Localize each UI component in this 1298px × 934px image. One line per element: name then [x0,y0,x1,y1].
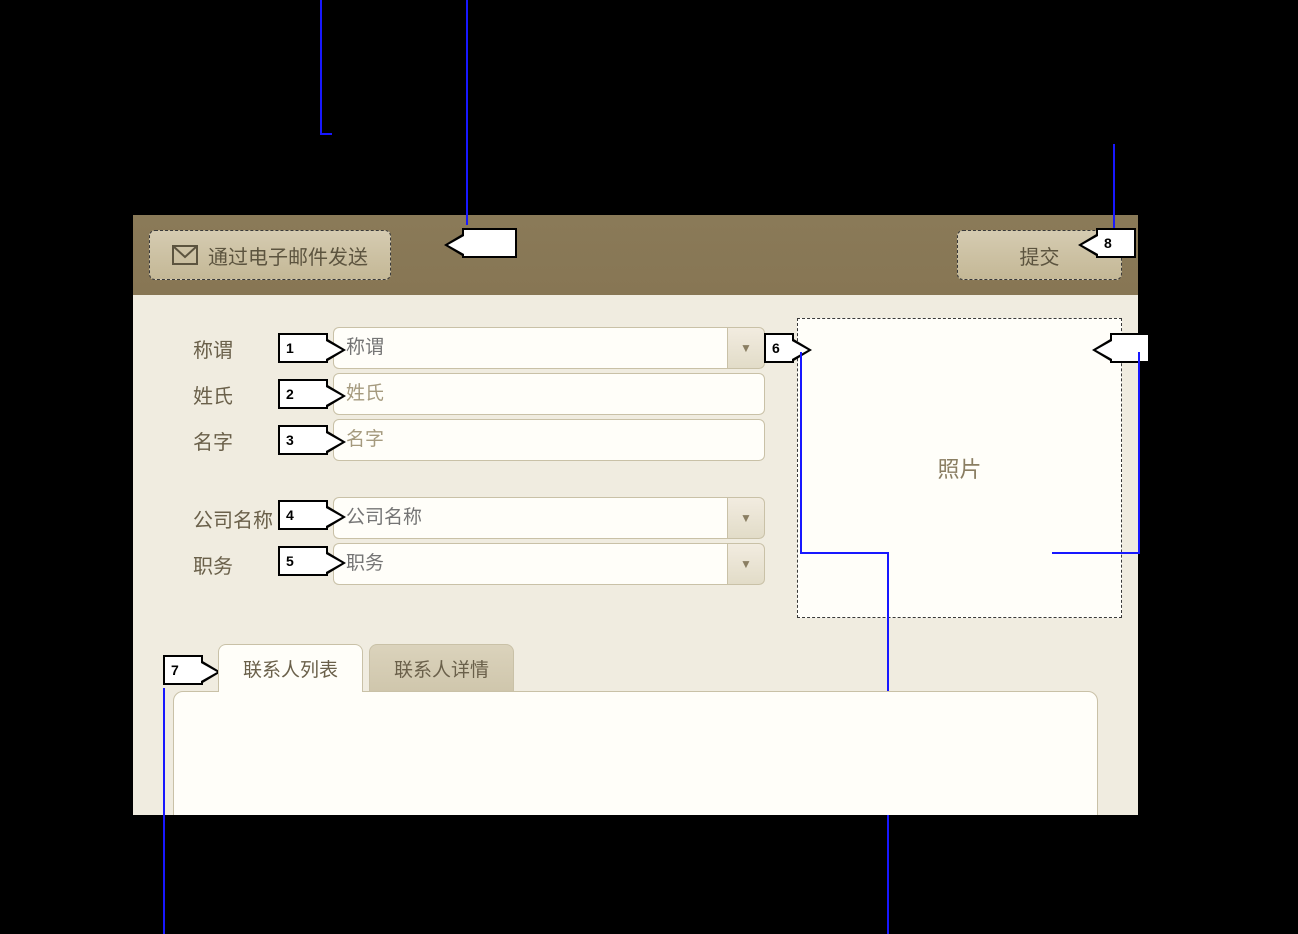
salutation-input[interactable] [333,327,727,369]
title-dropdown[interactable]: ▼ [333,543,765,585]
form-area: 称谓 ▼ 姓氏 名字 公司名称 ▼ 职务 ▼ [133,295,1138,609]
salutation-dropdown[interactable]: ▼ [333,327,765,369]
submit-button[interactable]: 提交 [957,230,1122,280]
chevron-down-icon: ▼ [740,511,752,525]
tab-content [173,691,1098,815]
label-given-name: 名字 [193,426,333,455]
label-company: 公司名称 [193,504,333,533]
company-input[interactable] [333,497,727,539]
tabs-bar: 联系人列表 联系人详情 [218,644,1098,692]
mail-icon [172,245,198,265]
photo-placeholder[interactable]: 照片 [797,318,1122,618]
label-salutation: 称谓 [193,334,333,363]
app-window: 通过电子邮件发送 提交 称谓 ▼ 姓氏 名字 公司名称 ▼ [133,215,1138,815]
submit-label: 提交 [1020,247,1060,269]
email-send-button[interactable]: 通过电子邮件发送 [149,230,391,280]
given-name-input[interactable] [333,419,765,461]
title-dropdown-button[interactable]: ▼ [727,543,765,585]
company-dropdown-button[interactable]: ▼ [727,497,765,539]
tab-contact-list[interactable]: 联系人列表 [218,644,363,692]
chevron-down-icon: ▼ [740,341,752,355]
chevron-down-icon: ▼ [740,557,752,571]
email-send-label: 通过电子邮件发送 [208,241,368,270]
label-title: 职务 [193,550,333,579]
company-dropdown[interactable]: ▼ [333,497,765,539]
tabs-area: 联系人列表 联系人详情 [133,644,1138,815]
photo-label: 照片 [937,452,981,484]
surname-input[interactable] [333,373,765,415]
toolbar: 通过电子邮件发送 提交 [133,215,1138,295]
label-surname: 姓氏 [193,380,333,409]
tab-contact-detail[interactable]: 联系人详情 [369,644,514,692]
title-input[interactable] [333,543,727,585]
salutation-dropdown-button[interactable]: ▼ [727,327,765,369]
